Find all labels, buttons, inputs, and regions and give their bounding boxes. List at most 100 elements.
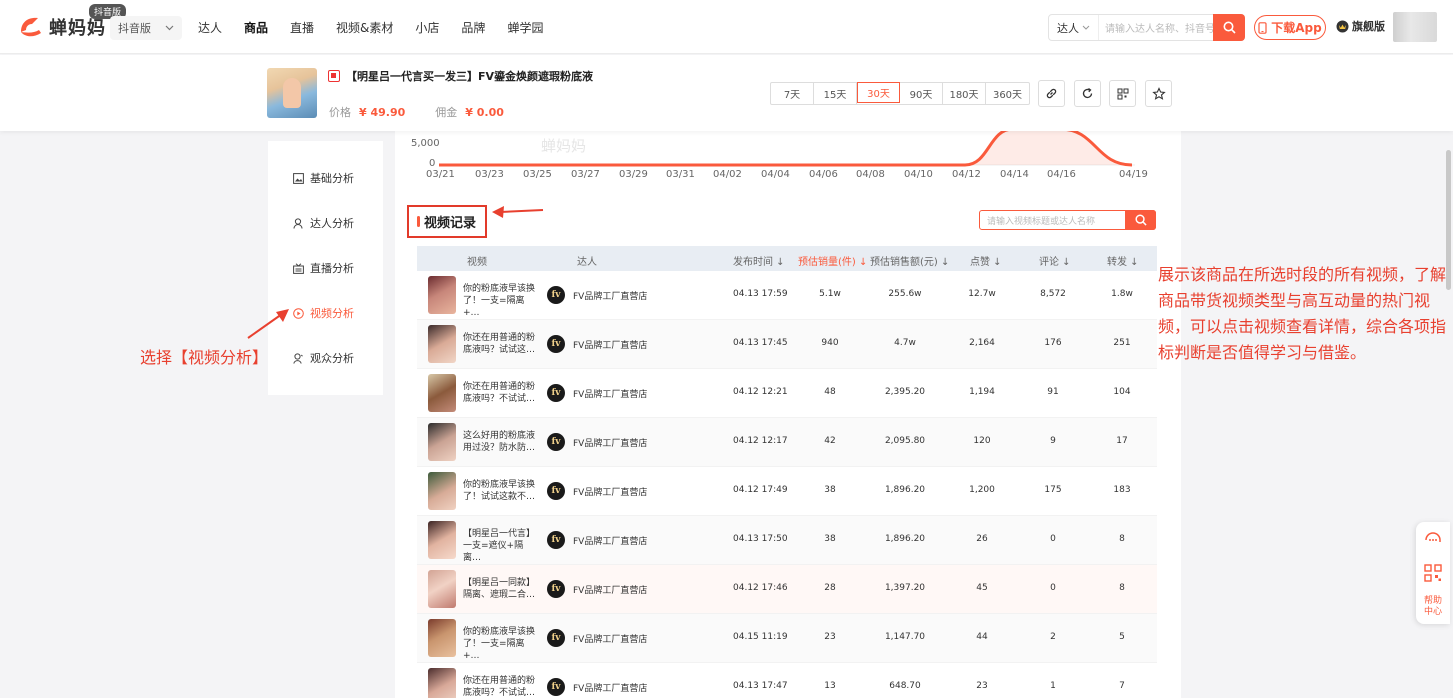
table-row[interactable]: 你的粉底液早该换了！试试这款不… fv FV品牌工厂直营店 04.12 17:49 38… bbox=[417, 467, 1157, 516]
download-app-button[interactable]: 下载App bbox=[1254, 15, 1326, 40]
nav-item-video[interactable]: 视频&素材 bbox=[336, 19, 393, 36]
est-sales: 23 bbox=[824, 632, 836, 642]
talent-avatar[interactable]: fv bbox=[547, 531, 565, 549]
video-thumbnail[interactable] bbox=[428, 619, 456, 657]
x-tick-label: 03/23 bbox=[475, 169, 504, 180]
est-sales: 28 bbox=[824, 583, 836, 593]
vip-badge[interactable]: 旗舰版 bbox=[1336, 18, 1385, 34]
product-title[interactable]: 【明星吕一代言买一发三】FV鎏金焕颜遮瑕粉底液 bbox=[346, 68, 593, 84]
platform-select[interactable]: 抖音版 bbox=[110, 16, 182, 40]
video-title[interactable]: 你还在用普通的粉底液吗？不试试… bbox=[463, 675, 539, 698]
talent-name[interactable]: FV品牌工厂直营店 bbox=[573, 289, 647, 302]
video-thumbnail[interactable] bbox=[428, 570, 456, 608]
refresh-button[interactable] bbox=[1074, 80, 1101, 107]
table-row[interactable]: 你的粉底液早该换了！一支=隔离+… fv FV品牌工厂直营店 04.13 17:59 5… bbox=[417, 271, 1157, 320]
menu-item-live[interactable]: 直播分析 bbox=[293, 260, 354, 276]
talent-name[interactable]: FV品牌工厂直营店 bbox=[573, 387, 647, 400]
talent-avatar[interactable]: fv bbox=[547, 286, 565, 304]
talent-avatar[interactable]: fv bbox=[547, 678, 565, 696]
talent-avatar[interactable]: fv bbox=[547, 335, 565, 353]
price-value: ¥ 49.90 bbox=[359, 106, 406, 119]
video-thumbnail[interactable] bbox=[428, 521, 456, 559]
video-title[interactable]: 这么好用的粉底液用过没？防水防… bbox=[463, 430, 539, 454]
col-est-amount[interactable]: 预估销售额(元) ↓ bbox=[870, 253, 949, 268]
comments-count: 2 bbox=[1050, 632, 1056, 642]
range-90d[interactable]: 90天 bbox=[900, 83, 943, 104]
search-category-select[interactable]: 达人 bbox=[1049, 15, 1099, 40]
customer-service-icon[interactable] bbox=[1424, 531, 1442, 549]
col-publish-time[interactable]: 发布时间 ↓ bbox=[733, 253, 785, 268]
range-30d[interactable]: 30天 bbox=[857, 82, 900, 103]
range-180d[interactable]: 180天 bbox=[943, 83, 986, 104]
talent-name[interactable]: FV品牌工厂直营店 bbox=[573, 681, 647, 694]
table-row[interactable]: 你的粉底液早该换了！一支=隔离+… fv FV品牌工厂直营店 04.15 11:19 2… bbox=[417, 614, 1157, 663]
video-title[interactable]: 你还在用普通的粉底液吗？试试这… bbox=[463, 332, 539, 356]
video-title[interactable]: 【明星吕一同款】隔离、遮瑕二合… bbox=[463, 577, 539, 601]
talent-name[interactable]: FV品牌工厂直营店 bbox=[573, 436, 647, 449]
range-7d[interactable]: 7天 bbox=[771, 83, 814, 104]
menu-item-video[interactable]: 视频分析 bbox=[293, 305, 354, 321]
user-avatar[interactable] bbox=[1393, 12, 1437, 42]
help-center-link[interactable]: 帮助中心 bbox=[1421, 596, 1445, 618]
video-thumbnail[interactable] bbox=[428, 374, 456, 412]
product-image[interactable] bbox=[267, 68, 317, 118]
talent-name[interactable]: FV品牌工厂直营店 bbox=[573, 632, 647, 645]
talent-name[interactable]: FV品牌工厂直营店 bbox=[573, 534, 647, 547]
favorite-button[interactable] bbox=[1145, 80, 1172, 107]
range-15d[interactable]: 15天 bbox=[814, 83, 857, 104]
menu-item-basic[interactable]: 基础分析 bbox=[293, 170, 354, 186]
table-row[interactable]: 【明星吕一同款】隔离、遮瑕二合… fv FV品牌工厂直营店 04.12 17:46 28… bbox=[417, 565, 1157, 614]
video-thumbnail[interactable] bbox=[428, 325, 456, 363]
video-thumbnail[interactable] bbox=[428, 423, 456, 461]
copy-link-button[interactable] bbox=[1038, 80, 1065, 107]
talent-avatar[interactable]: fv bbox=[547, 580, 565, 598]
talent-name[interactable]: FV品牌工厂直营店 bbox=[573, 338, 647, 351]
menu-item-audience[interactable]: 观众分析 bbox=[293, 350, 354, 366]
col-comments[interactable]: 评论 ↓ bbox=[1039, 253, 1071, 268]
publish-time: 04.12 12:17 bbox=[733, 436, 788, 446]
talent-avatar[interactable]: fv bbox=[547, 384, 565, 402]
table-row[interactable]: 这么好用的粉底液用过没？防水防… fv FV品牌工厂直营店 04.12 12:17 42… bbox=[417, 418, 1157, 467]
video-title[interactable]: 【明星吕一代言】一支=遮仪+隔离… bbox=[463, 528, 539, 564]
platform-value: 抖音版 bbox=[118, 22, 151, 35]
video-search-button[interactable] bbox=[1125, 210, 1156, 230]
est-amount: 1,896.20 bbox=[884, 485, 926, 495]
menu-item-label: 基础分析 bbox=[310, 172, 354, 185]
table-row[interactable]: 你还在用普通的粉底液吗？不试试… fv FV品牌工厂直营店 04.12 12:21 48… bbox=[417, 369, 1157, 418]
menu-item-talent[interactable]: 达人分析 bbox=[293, 215, 354, 231]
table-row[interactable]: 【明星吕一代言】一支=遮仪+隔离… fv FV品牌工厂直营店 04.13 17:50 3… bbox=[417, 516, 1157, 565]
range-360d[interactable]: 360天 bbox=[986, 83, 1029, 104]
talent-avatar[interactable]: fv bbox=[547, 482, 565, 500]
table-row[interactable]: 你还在用普通的粉底液吗？试试这… fv FV品牌工厂直营店 04.13 17:45 94… bbox=[417, 320, 1157, 369]
nav-item-shop[interactable]: 小店 bbox=[415, 19, 439, 36]
page-scrollbar[interactable] bbox=[1446, 150, 1451, 290]
video-title[interactable]: 你的粉底液早该换了！一支=隔离+… bbox=[463, 283, 539, 319]
talent-avatar[interactable]: fv bbox=[547, 629, 565, 647]
talent-name[interactable]: FV品牌工厂直营店 bbox=[573, 583, 647, 596]
nav-item-academy[interactable]: 蝉学园 bbox=[507, 19, 543, 36]
video-title[interactable]: 你的粉底液早该换了！一支=隔离+… bbox=[463, 626, 539, 662]
video-thumbnail[interactable] bbox=[428, 276, 456, 314]
nav-item-brand[interactable]: 品牌 bbox=[461, 19, 485, 36]
qrcode-button[interactable] bbox=[1109, 80, 1136, 107]
video-thumbnail[interactable] bbox=[428, 668, 456, 698]
top-search-input[interactable]: 请输入达人名称、抖音号 bbox=[1099, 20, 1213, 35]
video-title[interactable]: 你还在用普通的粉底液吗？不试试… bbox=[463, 381, 539, 405]
est-amount: 255.6w bbox=[888, 289, 922, 299]
col-likes[interactable]: 点赞 ↓ bbox=[970, 253, 1002, 268]
table-row[interactable]: 你还在用普通的粉底液吗？不试试… fv FV品牌工厂直营店 04.13 17:47 13… bbox=[417, 663, 1157, 698]
top-search-button[interactable] bbox=[1213, 14, 1245, 41]
nav-item-goods[interactable]: 商品 bbox=[244, 19, 268, 36]
talent-name[interactable]: FV品牌工厂直营店 bbox=[573, 485, 647, 498]
shares-count: 8 bbox=[1119, 534, 1125, 544]
qrcode-icon[interactable] bbox=[1424, 564, 1442, 582]
talent-avatar[interactable]: fv bbox=[547, 433, 565, 451]
video-search-input[interactable]: 请输入视频标题或达人名称 bbox=[980, 214, 1125, 227]
col-est-sales[interactable]: 预估销量(件) ↓ bbox=[798, 253, 867, 268]
nav-item-live[interactable]: 直播 bbox=[290, 19, 314, 36]
menu-item-label: 达人分析 bbox=[310, 217, 354, 230]
col-shares[interactable]: 转发 ↓ bbox=[1107, 253, 1139, 268]
video-thumbnail[interactable] bbox=[428, 472, 456, 510]
video-title[interactable]: 你的粉底液早该换了！试试这款不… bbox=[463, 479, 539, 503]
nav-item-talent[interactable]: 达人 bbox=[198, 19, 222, 36]
